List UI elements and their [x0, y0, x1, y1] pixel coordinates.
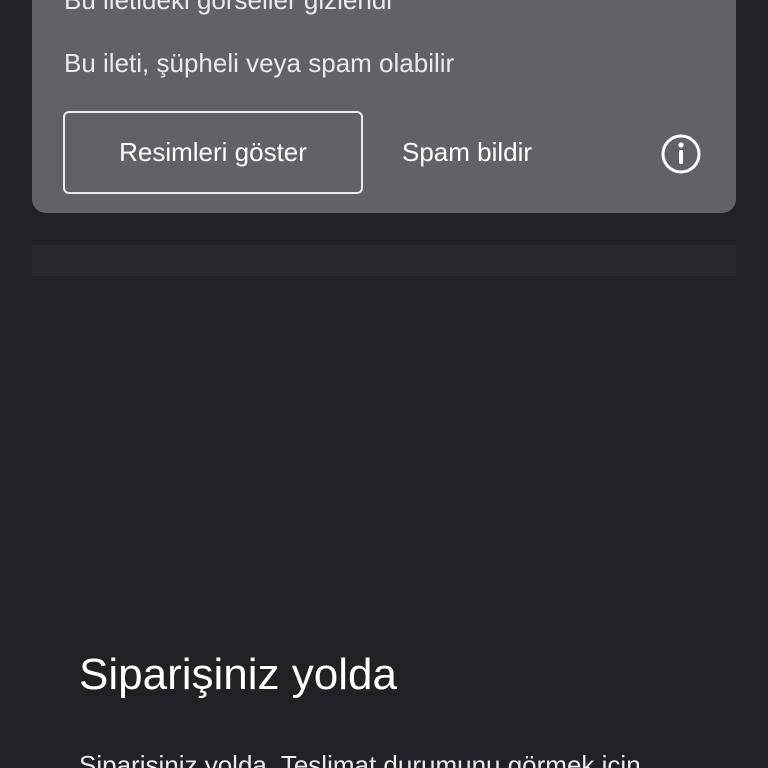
email-body-preview: Siparişiniz yolda. Teslimat durumunu gör… — [79, 750, 641, 768]
email-screen: Bu iletideki görseller gizlendi Bu ileti… — [0, 0, 768, 768]
show-images-label: Resimleri göster — [119, 137, 307, 167]
image-placeholder-band — [32, 245, 736, 276]
email-heading: Siparişiniz yolda — [79, 650, 397, 699]
report-spam-label: Spam bildir — [402, 137, 533, 167]
warning-title: Bu iletideki görseller gizlendi — [64, 0, 393, 15]
info-button[interactable] — [660, 133, 702, 175]
info-icon — [661, 134, 701, 174]
show-images-button[interactable]: Resimleri göster — [63, 111, 363, 194]
report-spam-button[interactable]: Spam bildir — [392, 111, 542, 194]
warning-subtitle: Bu ileti, şüpheli veya spam olabilir — [64, 48, 455, 78]
